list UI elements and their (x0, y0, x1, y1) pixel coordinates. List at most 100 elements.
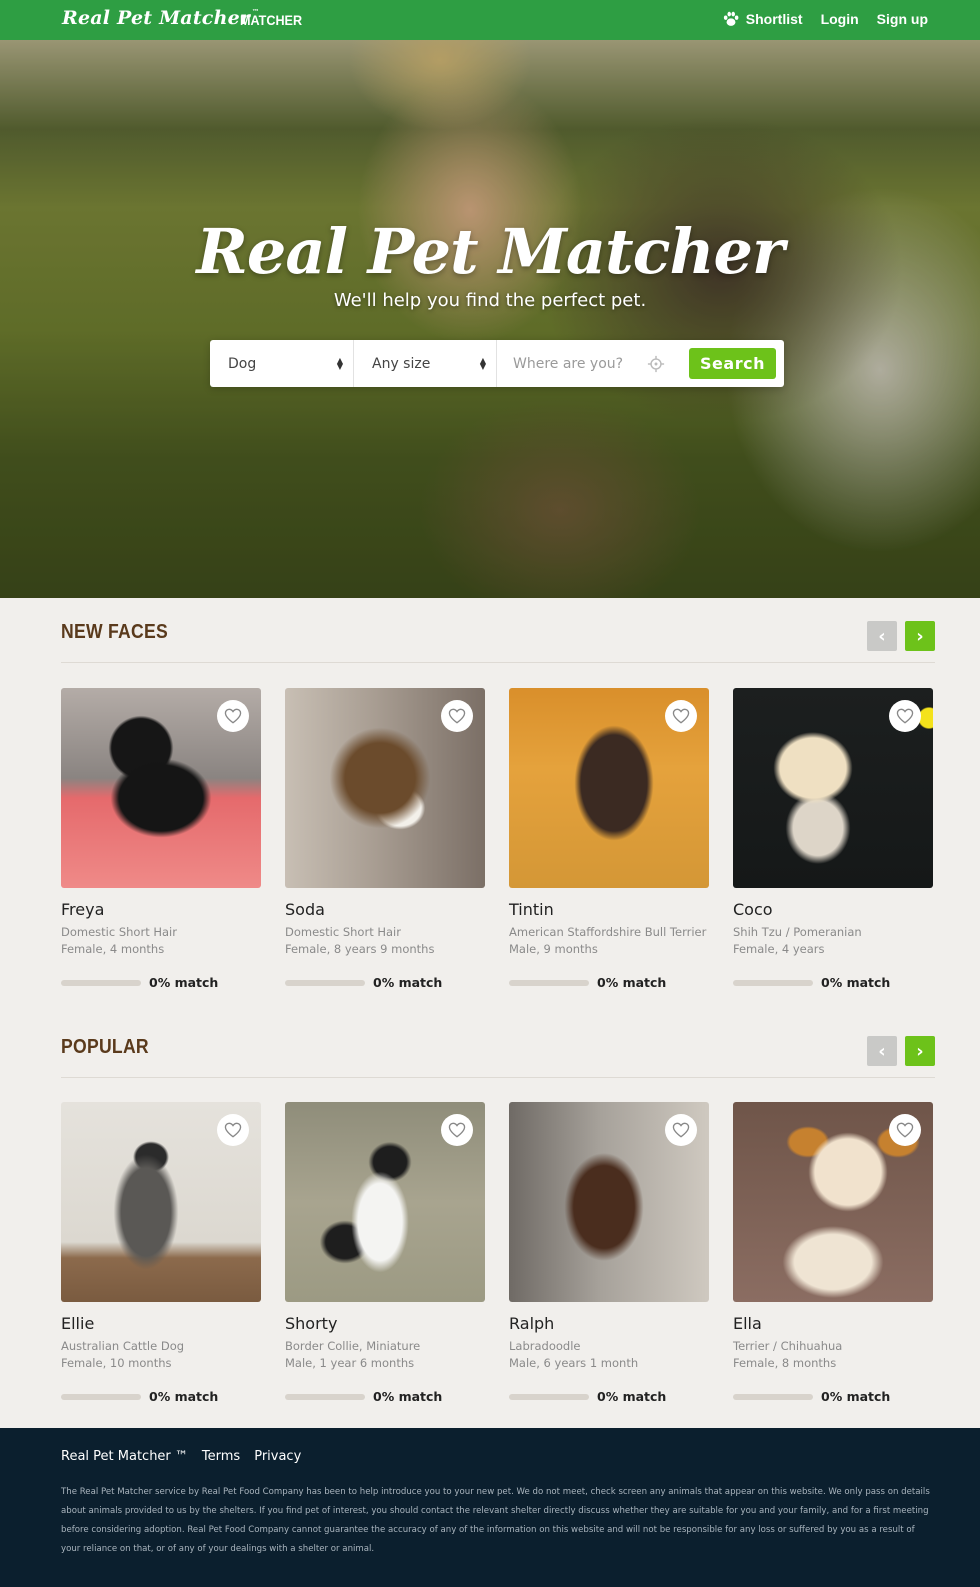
footer-terms-link[interactable]: Terms (202, 1449, 240, 1464)
match-row: 0% match (509, 1389, 709, 1404)
match-row: 0% match (285, 975, 485, 990)
login-link[interactable]: Login (821, 11, 859, 27)
hero-image (0, 40, 980, 598)
pet-breed: Shih Tzu / Pomeranian (733, 925, 862, 939)
favorite-button[interactable] (889, 700, 921, 732)
pet-photo[interactable] (285, 688, 485, 888)
pet-photo[interactable] (733, 1102, 933, 1302)
match-text: 0% match (149, 1389, 219, 1404)
pet-name[interactable]: Shorty (285, 1314, 485, 1333)
favorite-button[interactable] (889, 1114, 921, 1146)
popular-next-button[interactable]: › (905, 1036, 935, 1066)
pet-breed: Border Collie, Miniature (285, 1339, 421, 1353)
pet-breed: Labradoodle (509, 1339, 581, 1353)
pet-photo[interactable] (509, 1102, 709, 1302)
pet-card-ellie[interactable]: Ellie Australian Cattle Dog Female, 10 m… (61, 1102, 261, 1404)
pet-photo[interactable] (61, 688, 261, 888)
heart-icon (448, 1122, 466, 1138)
section-divider (61, 662, 935, 663)
match-bar (509, 1393, 589, 1400)
match-text: 0% match (149, 975, 219, 990)
section-title-new-faces: NEW FACES (61, 621, 169, 643)
favorite-button[interactable] (441, 700, 473, 732)
hero-subtitle: We'll help you find the perfect pet. (333, 290, 647, 311)
match-row: 0% match (509, 975, 709, 990)
pet-card-freya[interactable]: Freya Domestic Short Hair Female, 4 mont… (61, 688, 261, 990)
chevron-right-icon: › (916, 1040, 924, 1062)
pet-breed: Terrier / Chihuahua (733, 1339, 843, 1353)
heart-icon (224, 708, 242, 724)
chevron-right-icon: › (916, 625, 924, 647)
pet-info: Female, 8 months (733, 1356, 837, 1370)
shortlist-link[interactable]: Shortlist (722, 11, 803, 27)
popular-prev-button[interactable]: ‹ (867, 1036, 897, 1066)
pet-name[interactable]: Ellie (61, 1314, 261, 1333)
nav-right: Shortlist Login Sign up (722, 11, 928, 27)
pet-info: Male, 1 year 6 months (285, 1356, 415, 1370)
shortlist-label: Shortlist (745, 11, 803, 27)
brand-logo[interactable]: Real Pet Matcher ™ (62, 7, 259, 29)
pet-breed: Domestic Short Hair (61, 925, 177, 939)
pet-photo[interactable] (733, 688, 933, 888)
hero-banner: Real Pet Matcher We'll help you find the… (0, 40, 980, 598)
pet-card-ella[interactable]: Ella Terrier / Chihuahua Female, 8 month… (733, 1102, 933, 1404)
heart-icon (672, 1122, 690, 1138)
brand-text: Real Pet Matcher (62, 7, 251, 29)
pet-card-ralph[interactable]: Ralph Labradoodle Male, 6 years 1 month … (509, 1102, 709, 1404)
favorite-button[interactable] (665, 1114, 697, 1146)
match-text: 0% match (821, 1389, 891, 1404)
pet-card-soda[interactable]: Soda Domestic Short Hair Female, 8 years… (285, 688, 485, 990)
pet-card-tintin[interactable]: Tintin American Staffordshire Bull Terri… (509, 688, 709, 990)
match-text: 0% match (821, 975, 891, 990)
favorite-button[interactable] (665, 700, 697, 732)
section-divider (61, 1077, 935, 1078)
favorite-button[interactable] (217, 1114, 249, 1146)
location-input[interactable] (513, 355, 645, 372)
match-text: 0% match (373, 1389, 443, 1404)
pet-info: Female, 10 months (61, 1356, 172, 1370)
match-text: 0% match (597, 975, 667, 990)
pet-name[interactable]: Tintin (509, 900, 709, 919)
pet-info: Female, 8 years 9 months (285, 942, 435, 956)
pet-info: Female, 4 months (61, 942, 165, 956)
pet-name[interactable]: Freya (61, 900, 261, 919)
chevron-left-icon: ‹ (878, 1040, 886, 1062)
heart-icon (896, 1122, 914, 1138)
chevron-left-icon: ‹ (878, 625, 886, 647)
target-icon[interactable] (647, 355, 665, 373)
new-faces-carousel: Freya Domestic Short Hair Female, 4 mont… (61, 688, 935, 990)
search-button[interactable]: Search (689, 348, 776, 379)
pet-name[interactable]: Coco (733, 900, 933, 919)
footer-privacy-link[interactable]: Privacy (254, 1449, 301, 1464)
match-row: 0% match (733, 1389, 933, 1404)
new-faces-prev-button[interactable]: ‹ (867, 621, 897, 651)
location-field (497, 340, 689, 387)
favorite-button[interactable] (441, 1114, 473, 1146)
size-value: Any size (372, 355, 431, 372)
pet-name[interactable]: Ralph (509, 1314, 709, 1333)
pet-name[interactable]: Ella (733, 1314, 933, 1333)
pet-breed: Domestic Short Hair (285, 925, 401, 939)
match-text: 0% match (373, 975, 443, 990)
footer-links: Real Pet Matcher ™ Terms Privacy (61, 1449, 301, 1464)
new-faces-next-button[interactable]: › (905, 621, 935, 651)
hero-title: Real Pet Matcher (196, 215, 784, 288)
footer-disclaimer: The Real Pet Matcher service by Real Pet… (61, 1487, 930, 1554)
heart-icon (224, 1122, 242, 1138)
top-nav: Real Pet Matcher ™ MATCHER Shortlist Logi… (0, 0, 980, 40)
species-value: Dog (228, 355, 257, 372)
pet-photo[interactable] (61, 1102, 261, 1302)
size-select[interactable]: Any size ▲ ▼ (354, 340, 497, 387)
pet-card-coco[interactable]: Coco Shih Tzu / Pomeranian Female, 4 yea… (733, 688, 933, 990)
signup-link[interactable]: Sign up (877, 11, 928, 27)
pet-card-shorty[interactable]: Shorty Border Collie, Miniature Male, 1 … (285, 1102, 485, 1404)
pet-photo[interactable] (285, 1102, 485, 1302)
footer-brand: Real Pet Matcher ™ (61, 1449, 188, 1464)
select-arrows-icon: ▲ ▼ (336, 355, 343, 371)
species-select[interactable]: Dog ▲ ▼ (210, 340, 354, 387)
heart-icon (896, 708, 914, 724)
pet-name[interactable]: Soda (285, 900, 485, 919)
pet-photo[interactable] (509, 688, 709, 888)
nav-matcher-link[interactable]: MATCHER (240, 12, 302, 28)
favorite-button[interactable] (217, 700, 249, 732)
